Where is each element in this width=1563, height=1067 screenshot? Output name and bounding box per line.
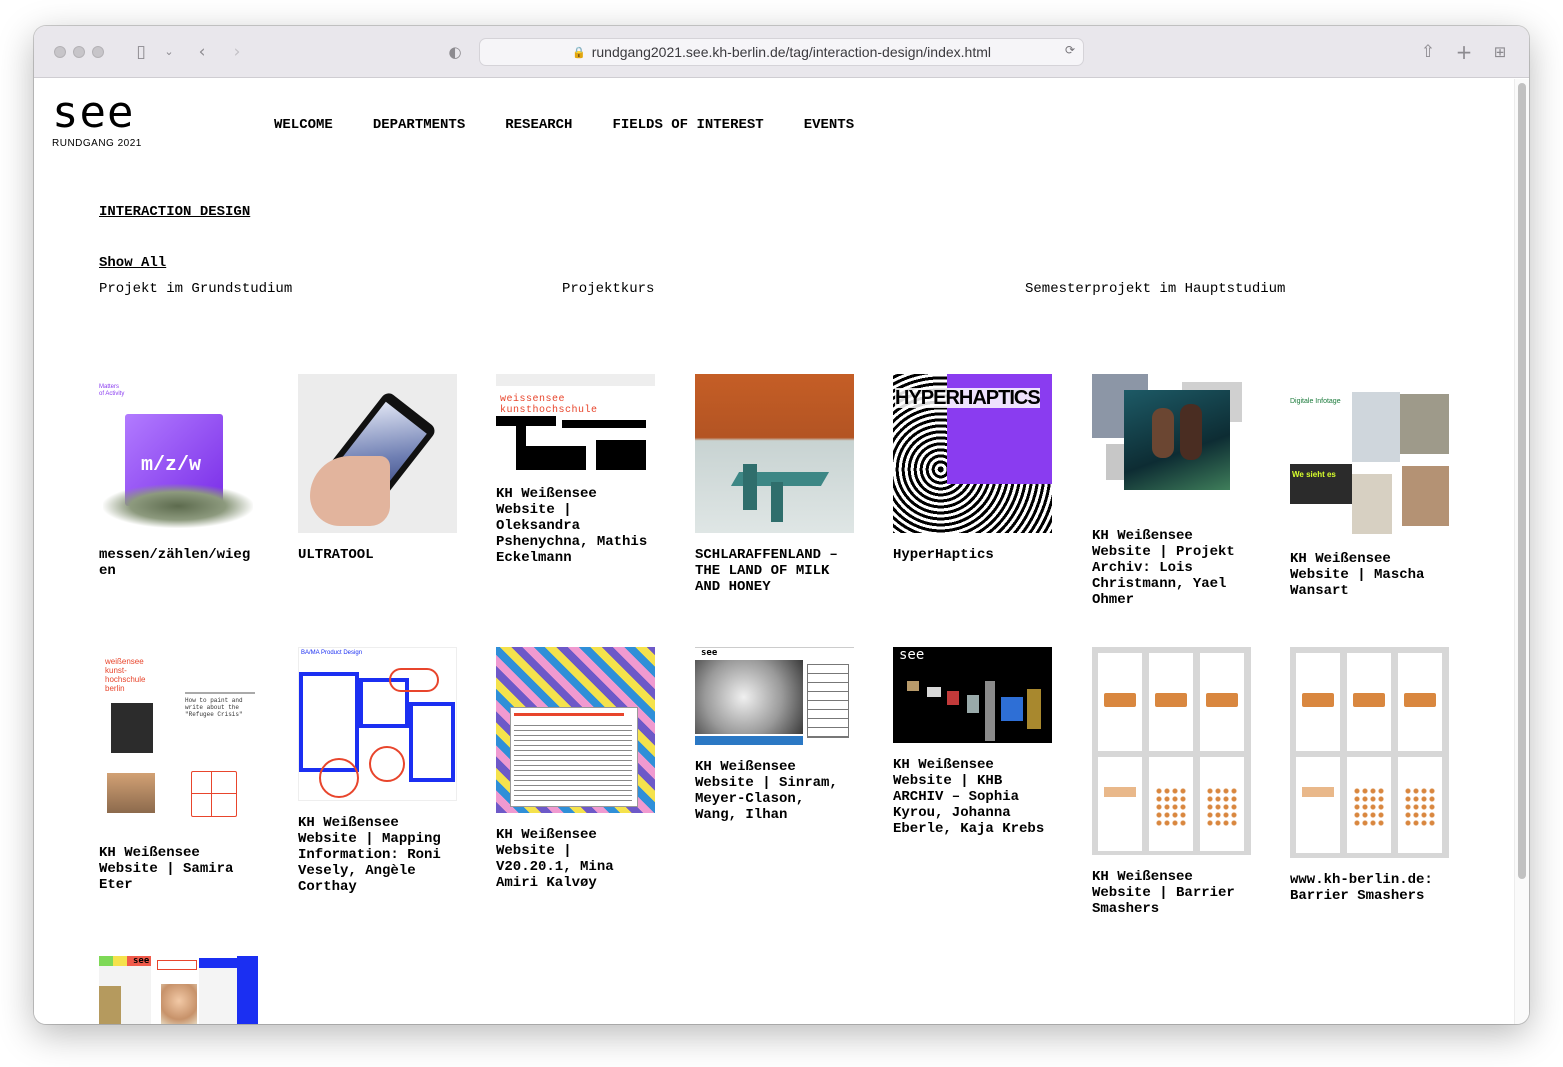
share-icon[interactable]: ⇧ [1418,40,1438,64]
main-nav: WELCOME DEPARTMENTS RESEARCH FIELDS OF I… [274,117,894,133]
project-title[interactable]: KH Weißensee Website | Barrier Smashers [1092,869,1251,917]
project-title[interactable]: KH Weißensee Website | KHB ARCHIV – Soph… [893,757,1052,837]
project-thumbnail[interactable]: see [893,647,1052,743]
logo-mark: see [52,87,135,138]
nav-departments[interactable]: DEPARTMENTS [373,117,465,133]
project-title[interactable]: SCHLARAFFENLAND – THE LAND OF MILK AND H… [695,547,854,595]
project-thumbnail[interactable]: BA/MA Product Design [298,647,457,801]
project-card[interactable]: ULTRATOOL [298,374,457,563]
logo-subtitle: RUNDGANG 2021 [52,138,142,149]
project-thumbnail[interactable]: Digitale Infotage We sieht es [1290,374,1449,537]
tab-overview-icon[interactable]: ⊞ [1490,40,1510,64]
privacy-shield-icon[interactable]: ◐ [445,40,465,64]
back-icon[interactable]: ‹ [192,40,212,64]
project-card[interactable]: www.kh-berlin.de: Barrier Smashers [1290,647,1449,904]
project-thumbnail[interactable]: weissensee kunsthochschule [496,374,655,472]
project-card[interactable]: weißensee kunst-hochschule berlin How to… [99,647,258,893]
url-text: rundgang2021.see.kh-berlin.de/tag/intera… [591,44,991,60]
filter-semesterprojekt-im-hauptstudium[interactable]: Semesterprojekt im Hauptstudium [1025,281,1285,297]
nav-welcome[interactable]: WELCOME [274,117,333,133]
filter-show-all[interactable]: Show All [99,255,166,271]
project-card[interactable]: weissensee kunsthochschule KH Weißensee … [496,374,655,566]
project-thumbnail[interactable]: see [99,956,258,1024]
nav-research[interactable]: RESEARCH [505,117,572,133]
project-card[interactable]: see KH Weißensee Website | KHB ARCHIV – … [893,647,1052,837]
project-title[interactable]: www.kh-berlin.de: Barrier Smashers [1290,872,1449,904]
page-scrollbar[interactable] [1514,79,1529,1024]
project-thumbnail[interactable]: HYPERHAPTICS [893,374,1052,533]
project-thumbnail[interactable] [1092,647,1251,855]
project-title[interactable]: KH Weißensee Website | Mapping Informati… [298,815,457,895]
reload-icon[interactable]: ⟳ [1065,43,1075,57]
project-title[interactable]: HyperHaptics [893,547,1052,563]
project-card[interactable]: Matters of Activity m/z/w messen/zählen/w… [99,374,258,579]
project-title[interactable]: ULTRATOOL [298,547,457,563]
forward-icon[interactable]: › [227,40,247,64]
project-card[interactable]: SCHLARAFFENLAND – THE LAND OF MILK AND H… [695,374,854,595]
project-title[interactable]: messen/zählen/wiegen [99,547,258,579]
project-thumbnail[interactable]: see [695,647,854,745]
zoom-window-button[interactable] [92,46,104,58]
site-logo[interactable]: see RUNDGANG 2021 [52,87,142,150]
nav-events[interactable]: EVENTS [804,117,854,133]
project-thumbnail[interactable]: weißensee kunst-hochschule berlin How to… [99,647,258,831]
project-card[interactable]: KH Weißensee Website | Projekt Archiv: L… [1092,374,1251,608]
page-content: see RUNDGANG 2021 WELCOME DEPARTMENTS RE… [34,79,1514,1024]
lock-icon: 🔒 [572,45,586,59]
project-card[interactable]: BA/MA Product Design KH Weißensee Websit… [298,647,457,895]
browser-window: ▯ ⌄ ‹ › ◐ 🔒 rundgang2021.see.kh-berlin.d… [34,26,1529,1024]
project-card[interactable]: HYPERHAPTICS HyperHaptics [893,374,1052,563]
project-title[interactable]: KH Weißensee Website | Oleksandra Psheny… [496,486,655,566]
project-thumbnail[interactable] [695,374,854,533]
browser-toolbar: ▯ ⌄ ‹ › ◐ 🔒 rundgang2021.see.kh-berlin.d… [34,26,1529,78]
project-title[interactable]: KH Weißensee Website | Projekt Archiv: L… [1092,528,1251,608]
project-card[interactable]: Digitale Infotage We sieht es KH Weißens… [1290,374,1449,599]
chevron-down-icon[interactable]: ⌄ [162,40,176,64]
project-title[interactable]: KH Weißensee Website | Samira Eter [99,845,258,893]
project-title[interactable]: KH Weißensee Website | V20.20.1, Mina Am… [496,827,655,891]
scrollbar-thumb[interactable] [1518,83,1526,879]
project-thumbnail[interactable] [1092,374,1251,514]
close-window-button[interactable] [54,46,66,58]
filter-projektkurs[interactable]: Projektkurs [562,281,654,297]
project-title[interactable]: KH Weißensee Website | Mascha Wansart [1290,551,1449,599]
nav-fields-of-interest[interactable]: FIELDS OF INTEREST [612,117,763,133]
sidebar-icon[interactable]: ▯ [130,40,152,64]
project-thumbnail[interactable]: Matters of Activity m/z/w [99,374,258,533]
project-card[interactable]: see [99,956,258,1024]
project-thumbnail[interactable] [496,647,655,813]
project-card[interactable]: KH Weißensee Website | Barrier Smashers [1092,647,1251,917]
project-card[interactable]: see KH Weißensee Website | Sinram, Meyer… [695,647,854,823]
project-card[interactable]: KH Weißensee Website | V20.20.1, Mina Am… [496,647,655,891]
project-title[interactable]: KH Weißensee Website | Sinram, Meyer-Cla… [695,759,854,823]
address-bar[interactable]: 🔒 rundgang2021.see.kh-berlin.de/tag/inte… [479,38,1084,66]
minimize-window-button[interactable] [73,46,85,58]
project-thumbnail[interactable] [298,374,457,533]
filter-projekt-im-grundstudium[interactable]: Projekt im Grundstudium [99,281,292,297]
page-title[interactable]: INTERACTION DESIGN [99,204,250,220]
new-tab-icon[interactable]: + [1454,40,1474,64]
project-thumbnail[interactable] [1290,647,1449,858]
